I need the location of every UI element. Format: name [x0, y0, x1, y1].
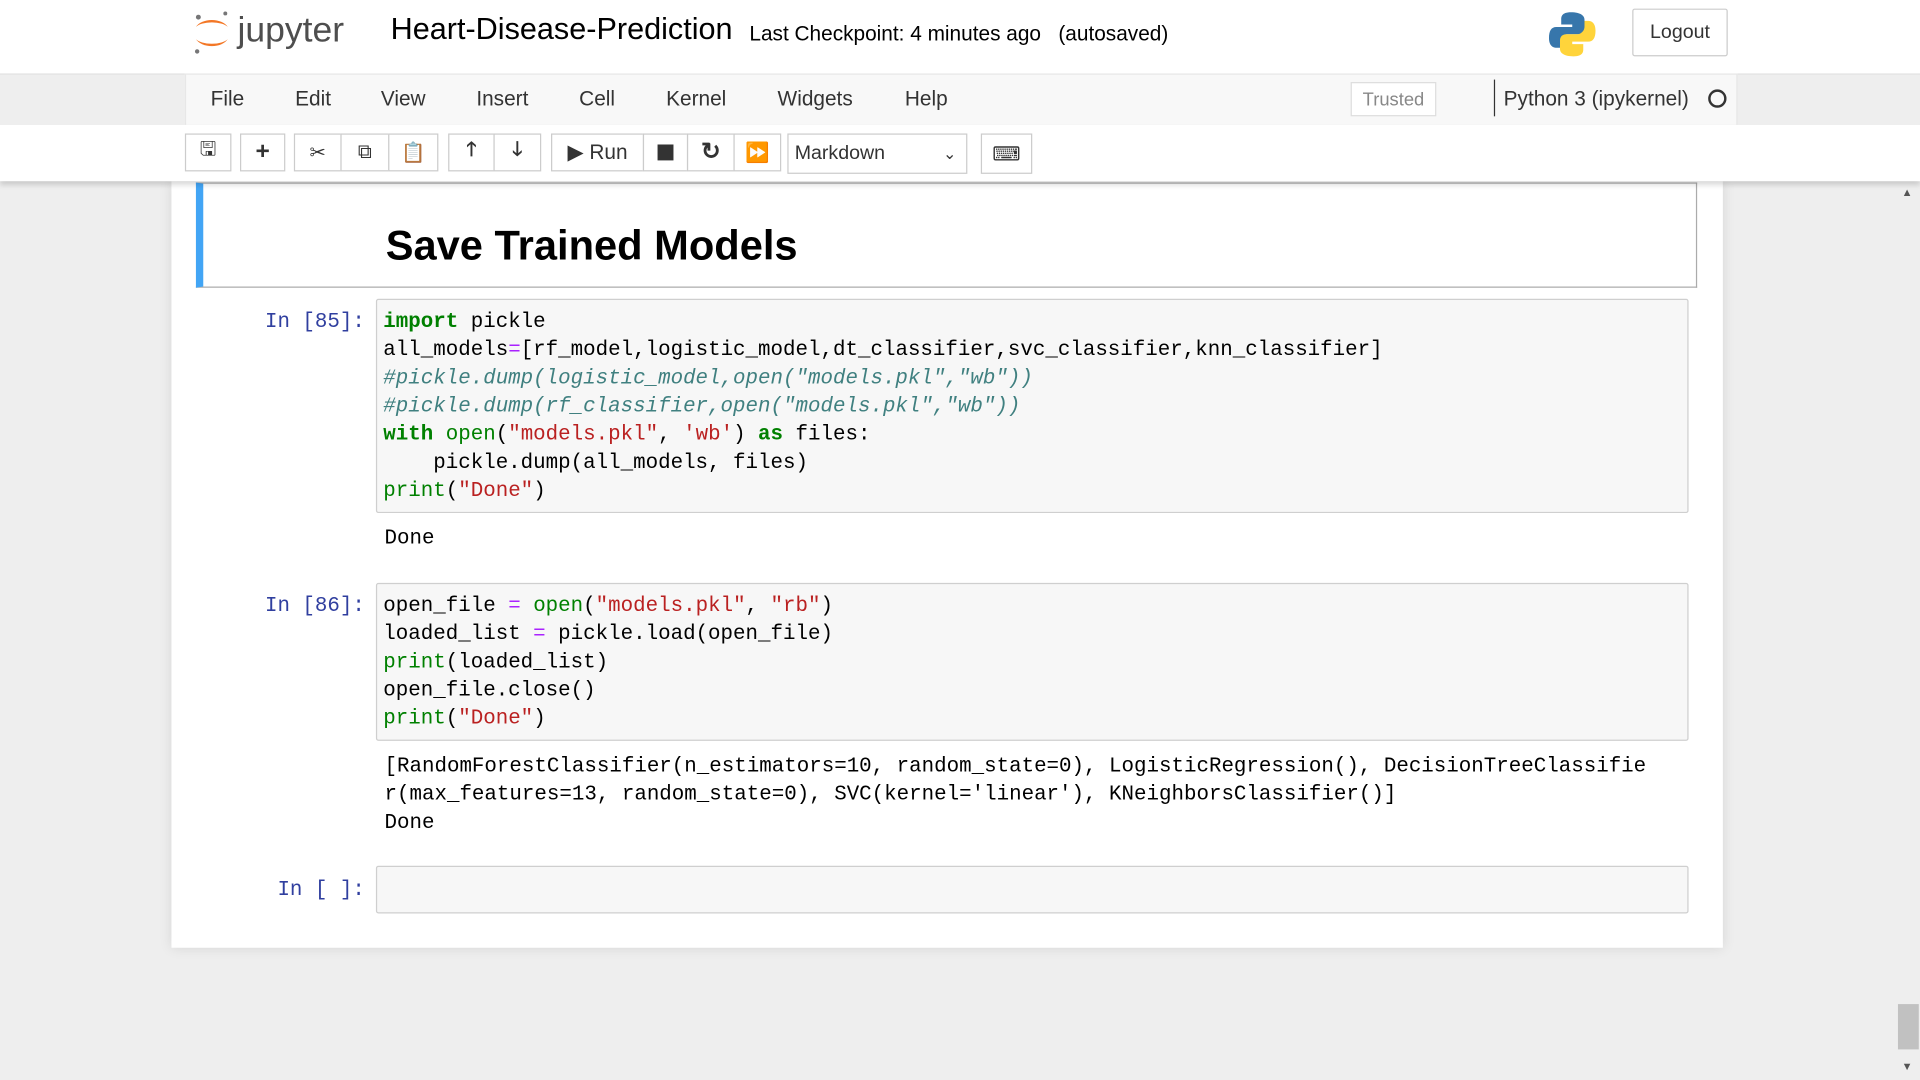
play-icon: ▶: [567, 140, 584, 164]
kernel-name[interactable]: Python 3 (ipykernel): [1493, 79, 1689, 117]
cut-icon: ✂: [309, 142, 326, 164]
menu-kernel[interactable]: Kernel: [666, 87, 726, 111]
header: jupyter Heart-Disease-Prediction Last Ch…: [0, 0, 1920, 75]
section-heading: Save Trained Models: [385, 222, 798, 270]
run-button[interactable]: ▶ Run: [551, 133, 645, 172]
keyboard-icon: ⌨: [992, 143, 1021, 165]
empty-code-cell-input[interactable]: [375, 865, 1689, 914]
move-down-button[interactable]: 🡓: [493, 133, 542, 172]
cut-button[interactable]: ✂: [293, 133, 342, 172]
save-icon: 🖫: [199, 139, 217, 161]
code-cell-input[interactable]: import pickle all_models=[rf_model,logis…: [375, 298, 1689, 514]
stop-icon: [657, 144, 674, 161]
menu-insert[interactable]: Insert: [476, 87, 528, 111]
cell-prompt: In [85]:: [264, 311, 365, 335]
interrupt-button[interactable]: [642, 133, 689, 172]
plus-icon: +: [255, 138, 270, 166]
command-palette-button[interactable]: ⌨: [980, 133, 1033, 174]
arrow-down-icon: 🡓: [512, 139, 523, 161]
insert-cell-button[interactable]: +: [240, 133, 286, 172]
menu-widgets[interactable]: Widgets: [778, 87, 853, 111]
scrollbar-thumb[interactable]: [1897, 1004, 1919, 1050]
trusted-indicator[interactable]: Trusted: [1350, 82, 1437, 117]
kernel-idle-indicator-icon: [1708, 89, 1727, 108]
notebook-container: Save Trained Models In [85]: import pick…: [171, 181, 1723, 948]
menu-edit[interactable]: Edit: [295, 87, 331, 111]
restart-button[interactable]: ↻: [686, 133, 735, 172]
toolbar: 🖫 + ✂ ⧉ 📋 🡑 🡓 ▶ Run ↻ ⏩ Markdown ⌄ ⌨: [0, 124, 1920, 182]
paste-button[interactable]: 📋: [388, 133, 439, 172]
logout-button[interactable]: Logout: [1632, 8, 1728, 57]
paste-icon: 📋: [401, 142, 426, 164]
svg-text:jupyter: jupyter: [237, 10, 345, 50]
cell-output: Done: [384, 527, 435, 552]
restart-icon: ↻: [701, 139, 721, 166]
chevron-down-icon: ⌄: [942, 143, 957, 163]
menubar: File Edit View Insert Cell Kernel Widget…: [184, 73, 1738, 127]
cell-type-select[interactable]: Markdown ⌄: [787, 133, 968, 174]
python-logo-icon: [1548, 12, 1596, 57]
arrow-up-icon: 🡑: [466, 139, 477, 161]
code-cell-input[interactable]: open_file = open("models.pkl", "rb") loa…: [375, 582, 1689, 741]
jupyter-logo[interactable]: jupyter: [191, 10, 369, 57]
cell-prompt: In [86]:: [264, 595, 365, 619]
fast-forward-icon: ⏩: [745, 142, 770, 164]
scroll-up-icon[interactable]: ▲: [1902, 186, 1913, 198]
menu-file[interactable]: File: [211, 87, 245, 111]
scrollbar[interactable]: ▲ ▼: [1897, 184, 1920, 1080]
move-up-button[interactable]: 🡑: [448, 133, 495, 172]
copy-button[interactable]: ⧉: [340, 133, 390, 172]
notebook-name[interactable]: Heart-Disease-Prediction: [391, 12, 733, 48]
checkpoint-status: Last Checkpoint: 4 minutes ago (autosave…: [749, 22, 1169, 46]
restart-run-all-button[interactable]: ⏩: [733, 133, 782, 172]
copy-icon: ⧉: [357, 141, 372, 163]
menu-help[interactable]: Help: [905, 87, 948, 111]
menu-cell[interactable]: Cell: [579, 87, 615, 111]
scroll-down-icon[interactable]: ▼: [1902, 1060, 1913, 1072]
save-button[interactable]: 🖫: [184, 133, 232, 172]
cell-output: [RandomForestClassifier(n_estimators=10,…: [384, 755, 1647, 836]
cell-prompt: In [ ]:: [277, 879, 365, 903]
markdown-cell[interactable]: Save Trained Models: [195, 182, 1698, 288]
menu-view[interactable]: View: [381, 87, 426, 111]
